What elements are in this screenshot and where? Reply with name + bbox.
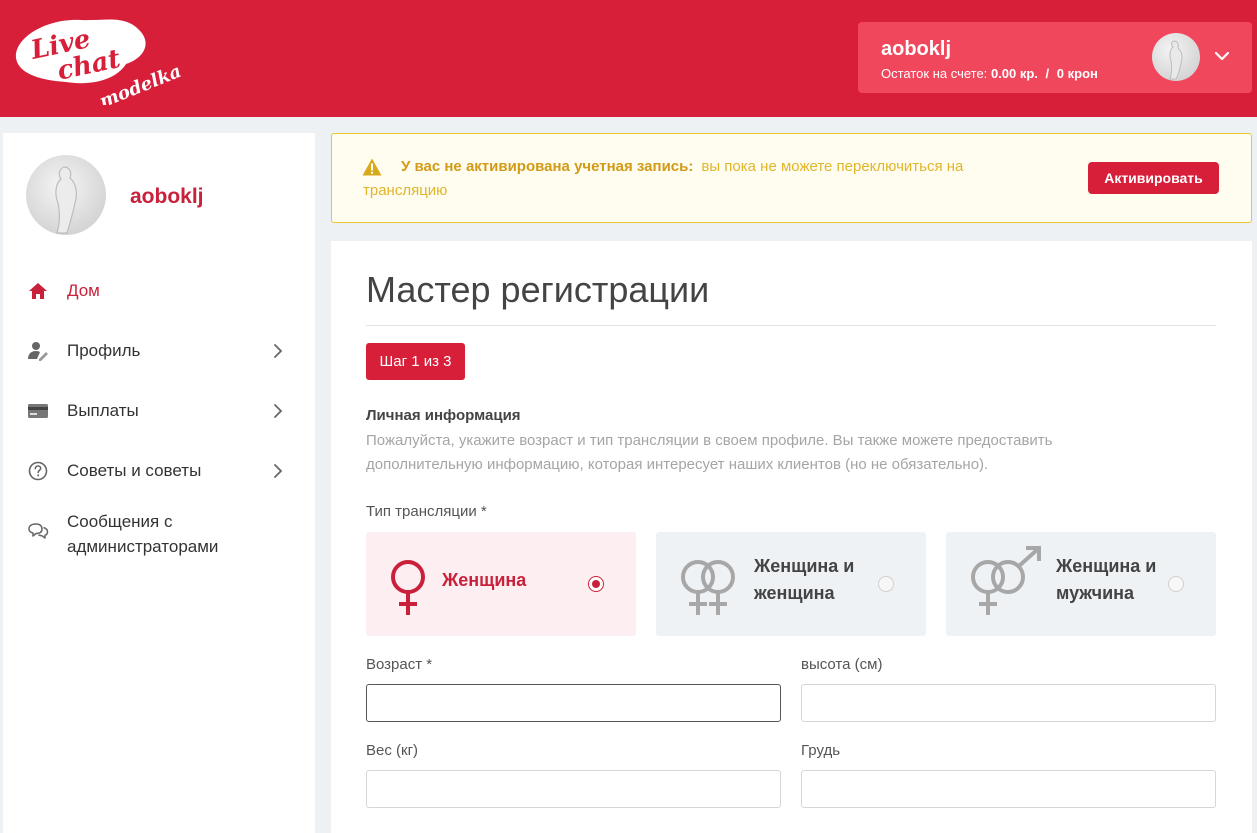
section-title: Личная информация [366,407,521,424]
chevron-right-icon [274,464,283,478]
sidebar-item-home[interactable]: Дом [3,266,315,316]
section-description: Пожалуйста, укажите возраст и тип трансл… [366,432,1053,473]
double-female-icon [681,560,735,615]
account-username: aoboklj [881,38,952,60]
question-circle-icon [28,461,48,481]
crowns-value: 0 крон [1056,66,1098,81]
page-title: Мастер регистрации [366,269,710,310]
height-label: высота (см) [801,656,883,673]
livechat-logo[interactable]: Live chat modelka [6,10,186,105]
sidebar-item-label: Выплаты [67,401,139,420]
activate-button[interactable]: Активировать [1088,162,1219,194]
avatar[interactable] [26,155,106,235]
sidebar-item-payouts[interactable]: Выплаты [3,386,315,436]
sidebar-item-label: Профиль [67,341,141,360]
female-male-icon [971,546,1041,615]
stream-option-female-female[interactable]: Женщина и женщина [656,532,926,636]
stream-option-label: Женщина [442,570,527,590]
alert-bold-text: У вас не активирована учетная запись: [401,158,694,175]
sidebar-item-admin-messages[interactable]: Сообщения с администраторами [3,506,315,556]
chest-label: Грудь [801,742,841,759]
stream-option-female[interactable]: Женщина [366,532,636,636]
chat-bubbles-icon [28,523,49,539]
home-icon [29,283,47,299]
stream-option-radio[interactable] [588,576,604,592]
weight-input[interactable] [366,770,781,808]
weight-label: Вес (кг) [366,742,419,759]
chevron-right-icon [274,344,283,358]
stream-option-female-male[interactable]: Женщина и мужчина [946,532,1216,636]
account-panel[interactable]: aoboklj Остаток на счете: 0.00 кр. / 0 к… [858,22,1252,93]
user-edit-icon [28,342,48,361]
sidebar: aoboklj Дом Профиль Выплаты Советы и сов… [3,133,315,833]
chevron-down-icon[interactable] [1210,44,1234,68]
sidebar-item-profile[interactable]: Профиль [3,326,315,376]
stream-option-radio[interactable] [878,576,894,592]
stream-option-label: Женщина и мужчина [1056,556,1157,603]
age-label: Возраст * [366,656,433,673]
sidebar-item-label: Советы и советы [67,461,202,480]
title-divider [366,325,1216,326]
sidebar-item-label: Дом [67,281,100,300]
chest-input[interactable] [801,770,1216,808]
sidebar-username: aoboklj [130,185,204,208]
activation-alert: У вас не активирована учетная запись: вы … [331,133,1252,223]
balance-value: 0.00 кр. [990,66,1038,81]
account-balance: Остаток на счете: 0.00 кр. / 0 крон [881,66,1098,81]
stream-type-label: Тип трансляции * [366,503,487,520]
step-badge: Шаг 1 из 3 [366,343,465,380]
stream-option-radio[interactable] [1168,576,1184,592]
credit-card-icon [28,404,48,418]
age-input[interactable] [366,684,781,722]
female-symbol-icon [391,560,425,615]
sidebar-item-label: Сообщения с администраторами [67,512,219,556]
height-input[interactable] [801,684,1216,722]
registration-wizard-card: Мастер регистрации Шаг 1 из 3 Личная инф… [331,241,1252,833]
alert-message: У вас не активирована учетная запись: вы … [363,155,1043,203]
top-header: Live chat modelka aoboklj Остаток на сче… [0,0,1257,117]
stream-option-label: Женщина и женщина [754,556,855,603]
account-avatar[interactable] [1152,33,1200,81]
chevron-right-icon [274,404,283,418]
sidebar-item-tips[interactable]: Советы и советы [3,446,315,496]
